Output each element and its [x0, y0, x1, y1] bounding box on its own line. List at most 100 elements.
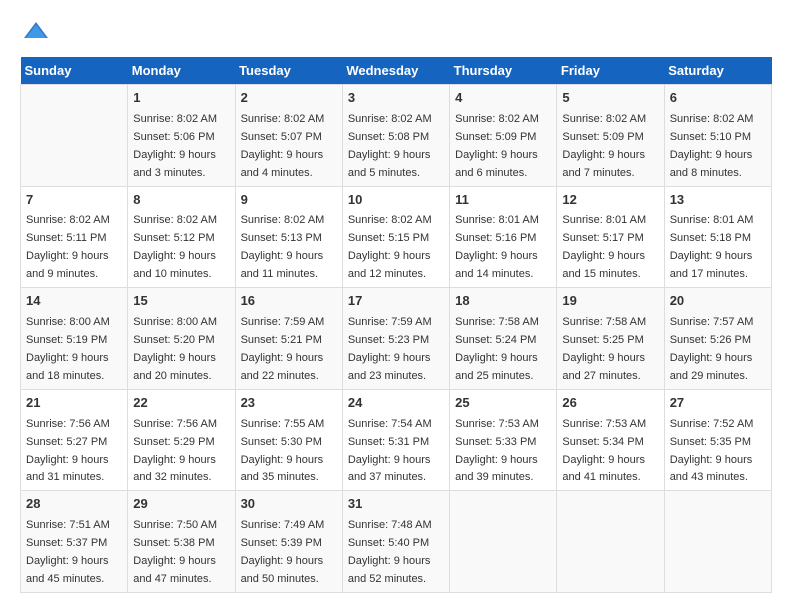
day-number: 27: [670, 394, 766, 413]
sunrise-text: Sunrise: 8:02 AM: [562, 113, 646, 125]
sunset-text: Sunset: 5:30 PM: [241, 436, 322, 448]
sunrise-text: Sunrise: 7:55 AM: [241, 418, 325, 430]
sunset-text: Sunset: 5:11 PM: [26, 232, 107, 244]
sunset-text: Sunset: 5:37 PM: [26, 537, 107, 549]
day-number: 19: [562, 292, 658, 311]
daylight-text: Daylight: 9 hours and 4 minutes.: [241, 149, 324, 179]
calendar-week-4: 21Sunrise: 7:56 AMSunset: 5:27 PMDayligh…: [21, 389, 772, 491]
sunset-text: Sunset: 5:33 PM: [455, 436, 536, 448]
sunset-text: Sunset: 5:34 PM: [562, 436, 643, 448]
day-number: 18: [455, 292, 551, 311]
sunset-text: Sunset: 5:18 PM: [670, 232, 751, 244]
day-number: 14: [26, 292, 122, 311]
calendar-cell: 28Sunrise: 7:51 AMSunset: 5:37 PMDayligh…: [21, 491, 128, 593]
sunset-text: Sunset: 5:31 PM: [348, 436, 429, 448]
sunrise-text: Sunrise: 8:02 AM: [133, 113, 217, 125]
daylight-text: Daylight: 9 hours and 22 minutes.: [241, 352, 324, 382]
calendar-cell: 18Sunrise: 7:58 AMSunset: 5:24 PMDayligh…: [450, 288, 557, 390]
sunrise-text: Sunrise: 8:02 AM: [670, 113, 754, 125]
calendar-cell: 29 Sunrise: 7:50 AM Sunset: 5:38 PM Dayligh…: [128, 491, 235, 593]
sunrise-text: Sunrise: 7:58 AM: [562, 316, 646, 328]
sunrise-text: Sunrise: 7:50 AM: [133, 519, 217, 531]
sunrise-text: Sunrise: 8:02 AM: [348, 113, 432, 125]
day-number: 3: [348, 89, 444, 108]
calendar-week-1: 1Sunrise: 8:02 AMSunset: 5:06 PMDaylight…: [21, 85, 772, 187]
calendar-cell: 24Sunrise: 7:54 AMSunset: 5:31 PMDayligh…: [342, 389, 449, 491]
day-number: 15: [133, 292, 229, 311]
calendar-cell: 4Sunrise: 8:02 AMSunset: 5:09 PMDaylight…: [450, 85, 557, 187]
calendar-cell: 31Sunrise: 7:48 AMSunset: 5:40 PMDayligh…: [342, 491, 449, 593]
calendar-week-2: 7Sunrise: 8:02 AMSunset: 5:11 PMDaylight…: [21, 186, 772, 288]
sunrise-text: Sunrise: 8:02 AM: [26, 214, 110, 226]
day-number: 10: [348, 191, 444, 210]
daylight-text: Daylight: 9 hours and 18 minutes.: [26, 352, 109, 382]
calendar-cell: 12Sunrise: 8:01 AMSunset: 5:17 PMDayligh…: [557, 186, 664, 288]
day-number: 29: [133, 495, 229, 514]
daylight-text: Daylight: 9 hours and 52 minutes.: [348, 555, 431, 585]
sunrise-text: Sunrise: 8:01 AM: [562, 214, 646, 226]
sunset-text: Sunset: 5:29 PM: [133, 436, 214, 448]
day-number: 25: [455, 394, 551, 413]
day-number: 9: [241, 191, 337, 210]
sunrise-text: Sunrise: 7:49 AM: [241, 519, 325, 531]
daylight-text: Daylight: 9 hours and 11 minutes.: [241, 250, 324, 280]
weekday-header-wednesday: Wednesday: [342, 57, 449, 85]
calendar-cell: [664, 491, 771, 593]
daylight-text: Daylight: 9 hours and 32 minutes.: [133, 454, 216, 484]
sunrise-text: Sunrise: 7:56 AM: [26, 418, 110, 430]
calendar-cell: [557, 491, 664, 593]
sunrise-text: Sunrise: 8:00 AM: [26, 316, 110, 328]
sunrise-text: Sunrise: 8:02 AM: [241, 113, 325, 125]
day-number: 24: [348, 394, 444, 413]
sunrise-text: Sunrise: 8:02 AM: [133, 214, 217, 226]
calendar-cell: 14 Sunrise: 8:00 AM Sunset: 5:19 PM Dayligh…: [21, 288, 128, 390]
weekday-header-saturday: Saturday: [664, 57, 771, 85]
day-number: 31: [348, 495, 444, 514]
daylight-text: Daylight: 9 hours and 47 minutes.: [133, 555, 216, 585]
daylight-text: Daylight: 9 hours and 20 minutes.: [133, 352, 216, 382]
sunset-text: Sunset: 5:40 PM: [348, 537, 429, 549]
sunrise-text: Sunrise: 8:02 AM: [241, 214, 325, 226]
sunset-text: Sunset: 5:38 PM: [133, 537, 214, 549]
daylight-text: Daylight: 9 hours and 29 minutes.: [670, 352, 753, 382]
weekday-header-friday: Friday: [557, 57, 664, 85]
sunrise-text: Sunrise: 7:53 AM: [455, 418, 539, 430]
logo: [20, 20, 50, 47]
daylight-text: Daylight: 9 hours and 12 minutes.: [348, 250, 431, 280]
daylight-text: Daylight: 9 hours and 25 minutes.: [455, 352, 538, 382]
calendar-cell: 26Sunrise: 7:53 AMSunset: 5:34 PMDayligh…: [557, 389, 664, 491]
sunset-text: Sunset: 5:20 PM: [133, 334, 214, 346]
day-number: 23: [241, 394, 337, 413]
calendar-cell: 1Sunrise: 8:02 AMSunset: 5:06 PMDaylight…: [128, 85, 235, 187]
calendar-cell: 8Sunrise: 8:02 AMSunset: 5:12 PMDaylight…: [128, 186, 235, 288]
day-number: 22: [133, 394, 229, 413]
calendar-cell: 16Sunrise: 7:59 AMSunset: 5:21 PMDayligh…: [235, 288, 342, 390]
sunrise-text: Sunrise: 7:59 AM: [348, 316, 432, 328]
sunset-text: Sunset: 5:16 PM: [455, 232, 536, 244]
calendar-cell: 21Sunrise: 7:56 AMSunset: 5:27 PMDayligh…: [21, 389, 128, 491]
day-number: 28: [26, 495, 122, 514]
sunrise-text: Sunrise: 8:02 AM: [348, 214, 432, 226]
sunset-text: Sunset: 5:15 PM: [348, 232, 429, 244]
sunrise-text: Sunrise: 7:56 AM: [133, 418, 217, 430]
calendar-cell: [450, 491, 557, 593]
daylight-text: Daylight: 9 hours and 8 minutes.: [670, 149, 753, 179]
day-number: 5: [562, 89, 658, 108]
calendar-cell: 9Sunrise: 8:02 AMSunset: 5:13 PMDaylight…: [235, 186, 342, 288]
sunset-text: Sunset: 5:17 PM: [562, 232, 643, 244]
sunrise-text: Sunrise: 7:58 AM: [455, 316, 539, 328]
sunrise-text: Sunrise: 8:01 AM: [455, 214, 539, 226]
weekday-header-thursday: Thursday: [450, 57, 557, 85]
sunset-text: Sunset: 5:08 PM: [348, 131, 429, 143]
sunset-text: Sunset: 5:09 PM: [562, 131, 643, 143]
sunrise-text: Sunrise: 8:01 AM: [670, 214, 754, 226]
weekday-header-tuesday: Tuesday: [235, 57, 342, 85]
day-number: 26: [562, 394, 658, 413]
calendar-cell: 20Sunrise: 7:57 AMSunset: 5:26 PMDayligh…: [664, 288, 771, 390]
calendar-cell: 22 Sunrise: 7:56 AM Sunset: 5:29 PM Dayligh…: [128, 389, 235, 491]
calendar-cell: 7Sunrise: 8:02 AMSunset: 5:11 PMDaylight…: [21, 186, 128, 288]
sunset-text: Sunset: 5:19 PM: [26, 334, 107, 346]
calendar-cell: 6Sunrise: 8:02 AMSunset: 5:10 PMDaylight…: [664, 85, 771, 187]
day-number: 17: [348, 292, 444, 311]
calendar-cell: 3Sunrise: 8:02 AMSunset: 5:08 PMDaylight…: [342, 85, 449, 187]
